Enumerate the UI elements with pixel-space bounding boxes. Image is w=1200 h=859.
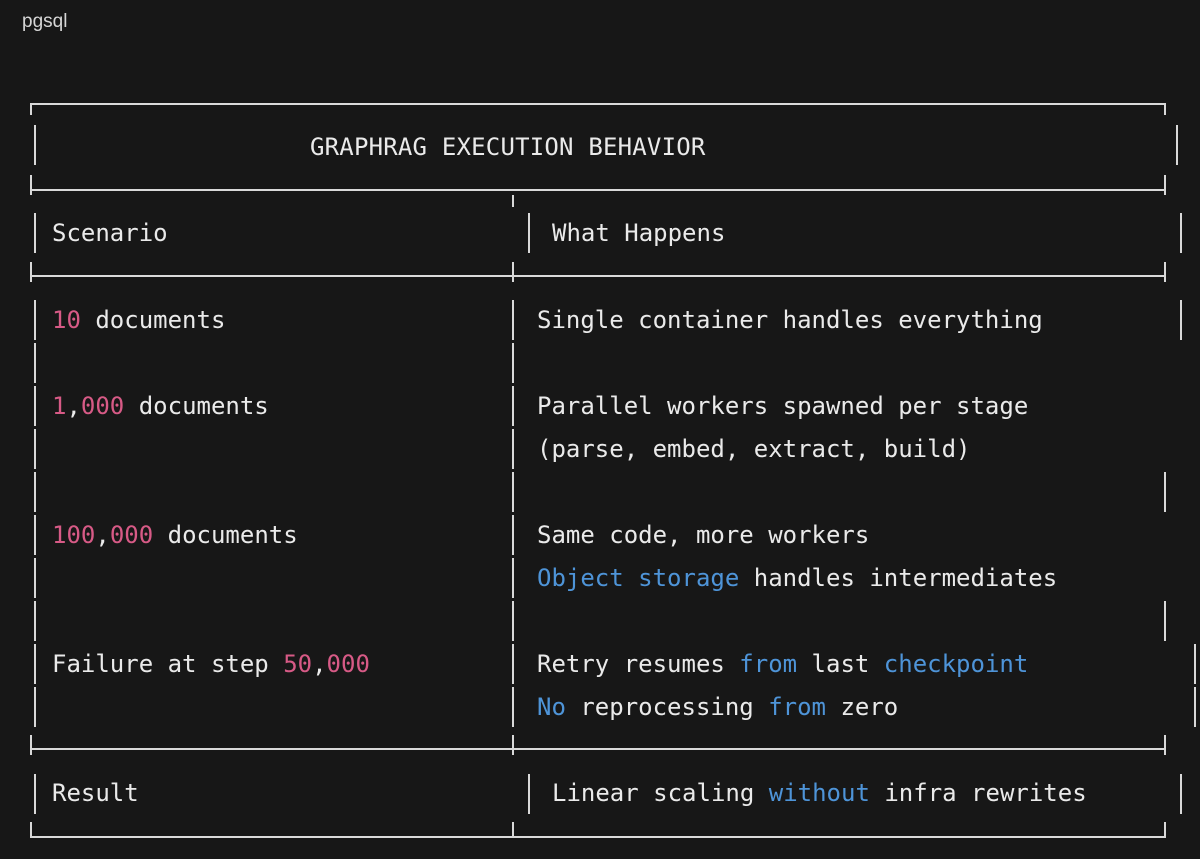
result-text: infra rewrites — [869, 779, 1087, 807]
column-divider — [512, 343, 514, 383]
column-divider — [512, 644, 514, 684]
scenario-number-separator: , — [66, 392, 81, 420]
table-right-border — [1180, 300, 1182, 340]
column-header-what-happens: What Happens — [552, 219, 726, 247]
result-label: Result — [52, 779, 139, 807]
table-left-border — [34, 343, 36, 383]
table-left-border — [34, 515, 36, 555]
table-right-border — [1194, 687, 1196, 727]
table-left-border — [30, 735, 32, 755]
scenario-text: documents — [153, 521, 298, 549]
header-separator — [30, 189, 1166, 191]
table-left-border — [34, 472, 36, 512]
what-happens-cell: Same code, more workers — [537, 521, 870, 549]
column-divider — [512, 300, 514, 340]
column-header-separator — [30, 275, 1166, 277]
code-block: GRAPHRAG EXECUTION BEHAVIOR Scenario Wha… — [0, 0, 1200, 859]
scenario-cell: 10 documents — [52, 306, 225, 334]
what-happens-cell: Single container handles everything — [537, 306, 1043, 334]
scenario-cell: 1,000 documents — [52, 392, 269, 420]
column-divider — [528, 774, 530, 814]
table-left-border — [34, 429, 36, 469]
column-divider — [512, 386, 514, 426]
scenario-number: 100 — [52, 521, 96, 549]
what-happens-cell: No reprocessing from zero — [537, 693, 898, 721]
scenario-text: documents — [80, 306, 226, 334]
result-value: Linear scaling without infra rewrites — [552, 779, 1087, 807]
table-top-right-edge — [1164, 103, 1166, 115]
column-divider — [512, 558, 514, 598]
table-bottom-border — [30, 836, 1166, 838]
table-left-border — [34, 774, 36, 814]
scenario-cell: 100,000 documents — [52, 521, 298, 549]
table-left-border — [34, 125, 36, 165]
table-bottom-divider — [512, 822, 514, 838]
highlighted-keyword: No — [537, 693, 566, 721]
table-right-border — [1164, 175, 1166, 195]
table-left-border — [34, 644, 36, 684]
column-divider — [512, 429, 514, 469]
highlighted-keyword: checkpoint — [883, 650, 1029, 678]
table-left-border — [34, 213, 36, 253]
table-top-border — [30, 103, 1166, 105]
scenario-number: 10 — [52, 306, 81, 334]
result-separator — [30, 748, 1166, 750]
table-left-border — [34, 386, 36, 426]
scenario-number-separator: , — [312, 650, 327, 678]
scenario-cell: Failure at step 50,000 — [52, 650, 370, 678]
table-left-border — [30, 262, 32, 282]
column-divider — [512, 515, 514, 555]
table-left-border — [30, 175, 32, 195]
what-happens-cell: Parallel workers spawned per stage — [537, 392, 1029, 420]
table-left-border — [34, 558, 36, 598]
highlighted-keyword: Object storage — [537, 564, 740, 592]
scenario-number-separator: , — [95, 521, 110, 549]
scenario-text: documents — [124, 392, 269, 420]
table-right-border — [1164, 262, 1166, 282]
column-header-scenario: Scenario — [52, 219, 168, 247]
what-happens-text: last — [797, 650, 884, 678]
table-left-border — [34, 687, 36, 727]
table-right-border — [1176, 125, 1178, 165]
column-header-separator-tick — [512, 262, 514, 282]
table-right-border — [1164, 735, 1166, 755]
column-divider — [528, 213, 530, 253]
table-right-border — [1180, 774, 1182, 814]
table-top-left-edge — [30, 103, 32, 115]
scenario-number: 000 — [80, 392, 125, 420]
what-happens-cell: (parse, embed, extract, build) — [537, 435, 971, 463]
table-right-border — [1164, 472, 1166, 512]
table-title: GRAPHRAG EXECUTION BEHAVIOR — [310, 133, 706, 161]
column-divider — [512, 601, 514, 641]
scenario-number: 000 — [326, 650, 370, 678]
scenario-number: 000 — [109, 521, 154, 549]
table-right-border — [1180, 213, 1182, 253]
highlighted-keyword: without — [768, 779, 870, 807]
what-happens-text: zero — [826, 693, 899, 721]
what-happens-text: handles intermediates — [739, 564, 1058, 592]
highlighted-keyword: from — [739, 650, 798, 678]
table-right-border — [1194, 644, 1196, 684]
column-divider — [512, 472, 514, 512]
scenario-number: 1 — [52, 392, 67, 420]
scenario-number: 50 — [283, 650, 313, 678]
table-left-border — [34, 601, 36, 641]
result-separator-tick — [512, 735, 514, 755]
result-text: Linear scaling — [552, 779, 769, 807]
what-happens-cell: Retry resumes from last checkpoint — [537, 650, 1028, 678]
what-happens-cell: Object storage handles intermediates — [537, 564, 1057, 592]
highlighted-keyword: from — [768, 693, 826, 721]
header-separator-tick — [512, 195, 514, 207]
table-left-border — [34, 300, 36, 340]
column-divider — [512, 687, 514, 727]
table-right-border — [1164, 601, 1166, 641]
what-happens-text: reprocessing — [565, 693, 769, 721]
what-happens-text: Retry resumes — [537, 650, 740, 678]
scenario-text: Failure at step — [52, 650, 284, 678]
